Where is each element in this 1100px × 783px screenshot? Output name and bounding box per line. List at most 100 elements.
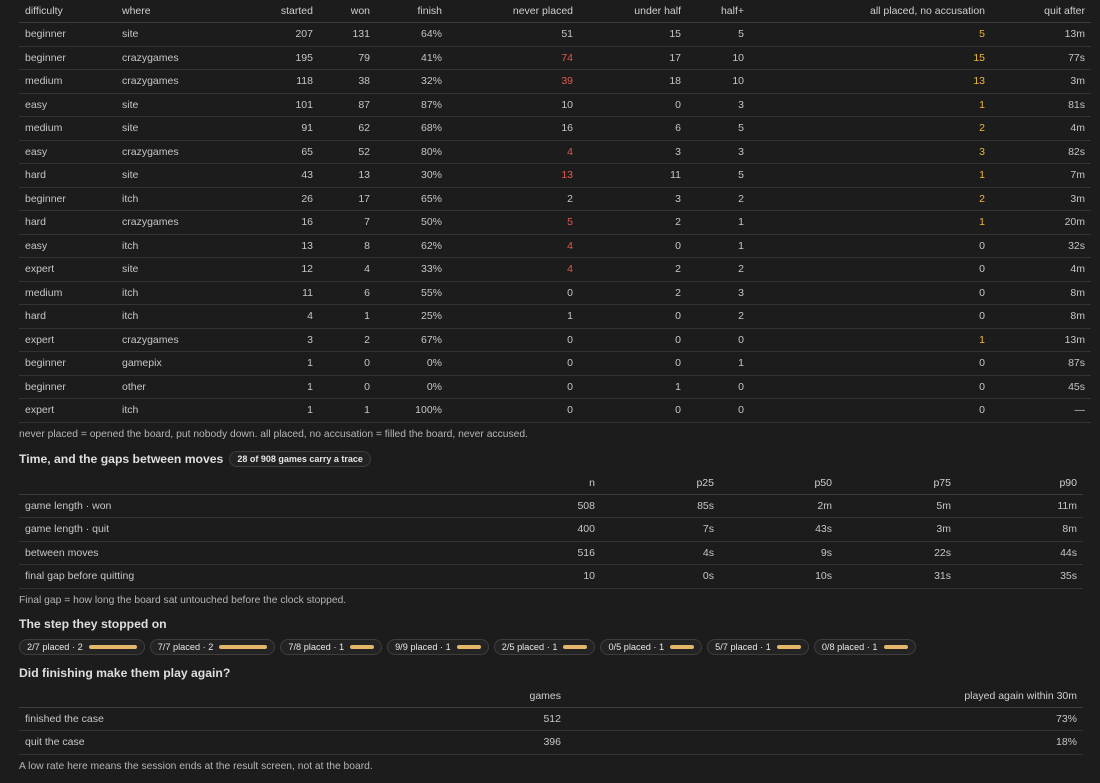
timing-cell-p50: 9s bbox=[720, 541, 838, 565]
cell-where: site bbox=[116, 116, 215, 141]
cell-started: 16 bbox=[215, 210, 319, 235]
cell-where: other bbox=[116, 375, 215, 399]
cell-never-placed: 0 bbox=[448, 351, 579, 376]
difficulty-table: difficulty where started won finish neve… bbox=[19, 0, 1091, 423]
stopped-step-label: 9/9 placed · 1 bbox=[395, 641, 451, 652]
cell-never-placed: 0 bbox=[448, 375, 579, 399]
cell-where: itch bbox=[116, 304, 215, 329]
timing-col-p25: p25 bbox=[601, 471, 720, 495]
col-finish: finish bbox=[376, 0, 448, 23]
timing-cell-p90: 44s bbox=[957, 541, 1083, 565]
cell-finish: 33% bbox=[376, 257, 448, 282]
stopped-step-bar bbox=[563, 644, 588, 649]
stopped-step-pill: 0/8 placed · 1 bbox=[813, 638, 916, 655]
timing-cell-p25: 85s bbox=[601, 494, 720, 518]
replay-cell-rate: 73% bbox=[567, 707, 1083, 731]
cell-difficulty: expert bbox=[19, 398, 116, 423]
cell-finish: 80% bbox=[376, 140, 448, 164]
cell-started: 43 bbox=[215, 163, 319, 188]
stopped-step-pill: 2/7 placed · 2 bbox=[19, 638, 145, 655]
difficulty-header-row: difficulty where started won finish neve… bbox=[19, 0, 1091, 23]
cell-won: 1 bbox=[319, 304, 376, 329]
cell-never-placed: 0 bbox=[448, 281, 579, 305]
cell-started: 26 bbox=[215, 187, 319, 211]
cell-never-placed: 2 bbox=[448, 187, 579, 211]
cell-won: 87 bbox=[319, 93, 376, 117]
table-row: game length · won 508 85s 2m 5m 11m bbox=[19, 494, 1083, 518]
timing-cell-n: 516 bbox=[319, 541, 601, 565]
cell-under-half: 2 bbox=[579, 210, 687, 235]
cell-quit-after: 20m bbox=[991, 210, 1091, 235]
cell-where: crazygames bbox=[116, 210, 215, 235]
cell-under-half: 0 bbox=[579, 351, 687, 376]
timing-title: Time, and the gaps between moves bbox=[19, 451, 224, 466]
cell-all-placed: 0 bbox=[750, 281, 991, 305]
cell-never-placed: 10 bbox=[448, 93, 579, 117]
cell-half-plus: 3 bbox=[687, 281, 750, 305]
cell-finish: 41% bbox=[376, 46, 448, 70]
cell-won: 0 bbox=[319, 375, 376, 399]
cell-quit-after: 3m bbox=[991, 69, 1091, 94]
stopped-step-label: 7/7 placed · 2 bbox=[157, 641, 214, 652]
col-half-plus: half+ bbox=[687, 0, 750, 23]
cell-half-plus: 5 bbox=[687, 116, 750, 141]
cell-quit-after: 87s bbox=[991, 351, 1091, 376]
cell-all-placed: 2 bbox=[750, 187, 991, 211]
cell-never-placed: 39 bbox=[448, 69, 579, 94]
cell-never-placed: 4 bbox=[448, 234, 579, 258]
col-quit-after: quit after bbox=[991, 0, 1091, 23]
stopped-step-pill: 0/5 placed · 1 bbox=[600, 638, 703, 655]
cell-difficulty: beginner bbox=[19, 187, 116, 211]
cell-difficulty: beginner bbox=[19, 351, 116, 376]
cell-under-half: 2 bbox=[579, 281, 687, 305]
cell-quit-after: 4m bbox=[991, 257, 1091, 282]
cell-started: 3 bbox=[215, 328, 319, 352]
stopped-step-pill: 7/8 placed · 1 bbox=[280, 638, 383, 655]
timing-col-label bbox=[19, 471, 319, 495]
replay-col-label bbox=[19, 684, 319, 708]
timing-cell-p25: 0s bbox=[601, 564, 720, 589]
replay-heading-row: Did finishing make them play again? bbox=[19, 661, 1083, 685]
col-all-placed: all placed, no accusation bbox=[750, 0, 991, 23]
timing-cell-p90: 11m bbox=[957, 494, 1083, 518]
cell-won: 79 bbox=[319, 46, 376, 70]
cell-all-placed: 0 bbox=[750, 375, 991, 399]
timing-cell-n: 10 bbox=[319, 564, 601, 589]
timing-header-row: n p25 p50 p75 p90 bbox=[19, 471, 1083, 495]
cell-started: 207 bbox=[215, 22, 319, 47]
col-under-half: under half bbox=[579, 0, 687, 23]
table-row: medium itch 11 6 55% 0 2 3 0 8m bbox=[19, 281, 1091, 305]
cell-quit-after: 13m bbox=[991, 328, 1091, 352]
cell-under-half: 18 bbox=[579, 69, 687, 94]
cell-all-placed: 13 bbox=[750, 69, 991, 94]
cell-never-placed: 74 bbox=[448, 46, 579, 70]
cell-quit-after: 45s bbox=[991, 375, 1091, 399]
cell-finish: 25% bbox=[376, 304, 448, 329]
cell-all-placed: 1 bbox=[750, 328, 991, 352]
table-row: beginner itch 26 17 65% 2 3 2 2 3m bbox=[19, 187, 1091, 211]
cell-quit-after: 4m bbox=[991, 116, 1091, 141]
cell-quit-after: 77s bbox=[991, 46, 1091, 70]
cell-difficulty: medium bbox=[19, 69, 116, 94]
cell-won: 7 bbox=[319, 210, 376, 235]
stopped-step-label: 5/7 placed · 1 bbox=[715, 641, 771, 652]
cell-difficulty: hard bbox=[19, 163, 116, 188]
cell-quit-after: 8m bbox=[991, 281, 1091, 305]
stopped-step-bar bbox=[350, 644, 375, 649]
cell-won: 62 bbox=[319, 116, 376, 141]
cell-finish: 62% bbox=[376, 234, 448, 258]
cell-quit-after: 81s bbox=[991, 93, 1091, 117]
cell-won: 4 bbox=[319, 257, 376, 282]
cell-never-placed: 4 bbox=[448, 140, 579, 164]
table-row: medium site 91 62 68% 16 6 5 2 4m bbox=[19, 116, 1091, 141]
cell-half-plus: 2 bbox=[687, 187, 750, 211]
stopped-step-label: 7/8 placed · 1 bbox=[288, 641, 345, 652]
cell-where: crazygames bbox=[116, 46, 215, 70]
cell-finish: 0% bbox=[376, 375, 448, 399]
cell-never-placed: 16 bbox=[448, 116, 579, 141]
table-row: easy site 101 87 87% 10 0 3 1 81s bbox=[19, 93, 1091, 117]
cell-finish: 0% bbox=[376, 351, 448, 376]
cell-where: site bbox=[116, 257, 215, 282]
cell-under-half: 2 bbox=[579, 257, 687, 282]
table-row: beginner site 207 131 64% 51 15 5 5 13m bbox=[19, 22, 1091, 47]
